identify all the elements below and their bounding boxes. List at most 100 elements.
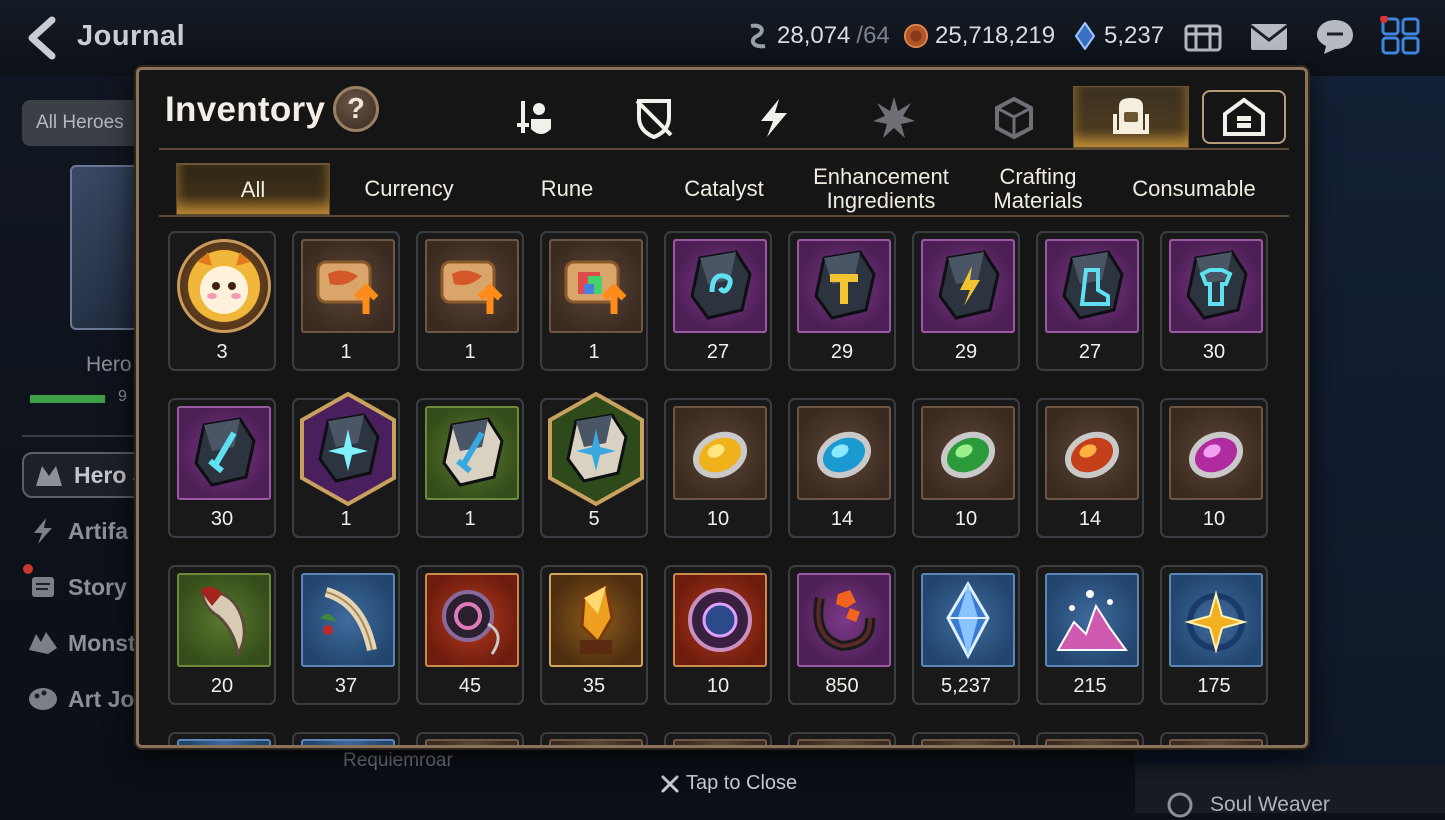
all-heroes-filter[interactable]: All Heroes: [22, 100, 142, 146]
feather-branch-icon: [301, 573, 395, 667]
rune-stone-boot-icon: [1045, 239, 1139, 333]
inventory-item[interactable]: 35: [540, 565, 648, 705]
subtab-catalyst[interactable]: Catalyst: [647, 163, 801, 215]
subtab-currency[interactable]: Currency: [332, 163, 486, 215]
item-count: 10: [706, 675, 730, 697]
item-art-partial: [797, 739, 891, 745]
tab-shield[interactable]: [599, 88, 709, 148]
inventory-item-partial[interactable]: [912, 732, 1020, 745]
lightning-icon: [34, 518, 52, 544]
item-art-partial: [1045, 739, 1139, 745]
tap-to-close-label: Tap to Close: [686, 772, 798, 794]
subtab-enhancement-ingredients[interactable]: Enhancement Ingredients: [803, 163, 959, 215]
catalyst-pink-icon: [1169, 406, 1263, 500]
subtab-crafting-materials[interactable]: Crafting Materials: [961, 163, 1115, 215]
inventory-item[interactable]: 10: [912, 398, 1020, 538]
subtab-consumable[interactable]: Consumable: [1117, 163, 1271, 215]
soul-weaver-row[interactable]: Soul Weaver: [1135, 765, 1445, 818]
menu-item-artifact[interactable]: Artifa: [26, 508, 128, 554]
inventory-item[interactable]: 14: [1036, 398, 1144, 538]
inventory-item[interactable]: 27: [1036, 231, 1144, 371]
back-arrow-icon[interactable]: [22, 14, 62, 62]
inventory-item[interactable]: 1: [292, 391, 400, 538]
inventory-item[interactable]: 29: [912, 231, 1020, 371]
inventory-item-partial[interactable]: [788, 732, 896, 745]
lightning-icon: [761, 99, 787, 137]
item-count: 5,237: [940, 675, 992, 697]
hero-progress-text: 9: [118, 388, 127, 405]
help-button[interactable]: ?: [333, 86, 379, 132]
inventory-chest-icon[interactable]: [1182, 16, 1224, 56]
item-count: 37: [334, 675, 358, 697]
inventory-item[interactable]: 10: [1160, 398, 1268, 538]
subtab-rune[interactable]: Rune: [490, 163, 644, 215]
inventory-item-partial[interactable]: [1160, 732, 1268, 745]
inventory-item[interactable]: 3: [168, 231, 276, 371]
item-art-partial: [425, 739, 519, 745]
item-art-partial: [921, 739, 1015, 745]
tab-equipment[interactable]: [479, 88, 589, 148]
inventory-item[interactable]: 20: [168, 565, 276, 705]
item-art-partial: [549, 739, 643, 745]
inventory-item[interactable]: 5,237: [912, 565, 1020, 705]
star-compass-icon: [1169, 573, 1263, 667]
chat-icon[interactable]: [1314, 16, 1356, 56]
inventory-item[interactable]: 37: [292, 565, 400, 705]
inventory-item[interactable]: 10: [664, 565, 772, 705]
inventory-item[interactable]: 1: [416, 398, 524, 538]
scroll-upgrade-icon: [301, 239, 395, 333]
menu-item-art-journal[interactable]: Art Jo: [26, 676, 134, 722]
inventory-item[interactable]: 29: [788, 231, 896, 371]
subtab-all[interactable]: All: [176, 163, 330, 215]
inventory-item[interactable]: 27: [664, 231, 772, 371]
rune-disk-icon: [673, 573, 767, 667]
inventory-item-partial[interactable]: [1036, 732, 1144, 745]
item-count: 3: [216, 341, 228, 363]
catalyst-red-icon: [1045, 406, 1139, 500]
pink-crystal-icon: [1045, 573, 1139, 667]
menu-grid-icon[interactable]: [1380, 16, 1422, 56]
tab-lightning[interactable]: [719, 88, 829, 148]
top-bar: Journal 28,074/64 25,718,219 5,237: [0, 0, 1445, 76]
inventory-item[interactable]: 850: [788, 565, 896, 705]
hero-journal-icon: [36, 466, 62, 486]
modal-title: Inventory: [165, 90, 326, 129]
burst-icon: [873, 97, 915, 138]
inventory-item[interactable]: 30: [168, 398, 276, 538]
tab-inventory[interactable]: [1073, 86, 1189, 148]
stamina-icon: [750, 23, 766, 49]
inventory-item[interactable]: 5: [540, 391, 648, 538]
storage-house-icon: [1223, 97, 1265, 136]
inventory-item[interactable]: 10: [664, 398, 772, 538]
inventory-item-partial[interactable]: [416, 732, 524, 745]
soul-weaver-icon: [1167, 792, 1193, 818]
inventory-item-partial[interactable]: [540, 732, 648, 745]
menu-item-monster[interactable]: Monst: [26, 620, 136, 666]
tab-cube[interactable]: [959, 88, 1069, 148]
tap-to-close[interactable]: Tap to Close: [660, 772, 797, 795]
heroes-label: Hero: [86, 353, 132, 376]
catalyst-green-icon: [921, 406, 1015, 500]
inventory-item-partial[interactable]: [292, 732, 400, 745]
rune-stone-sword-pale-icon: [425, 406, 519, 500]
tab-burst[interactable]: [839, 88, 949, 148]
catalyst-ice-icon: [797, 406, 891, 500]
menu-item-story[interactable]: Story: [26, 564, 127, 610]
inventory-item[interactable]: 1: [416, 231, 524, 371]
inventory-item[interactable]: 1: [292, 231, 400, 371]
inventory-item[interactable]: 1: [540, 231, 648, 371]
item-count: 215: [1073, 675, 1107, 697]
tab-storage[interactable]: [1202, 90, 1286, 144]
inventory-item-partial[interactable]: [168, 732, 276, 745]
rune-stone-armor-icon: [1169, 239, 1263, 333]
inventory-item[interactable]: 14: [788, 398, 896, 538]
mail-icon[interactable]: [1248, 16, 1290, 56]
inventory-item[interactable]: 45: [416, 565, 524, 705]
inventory-item[interactable]: 175: [1160, 565, 1268, 705]
item-count: 10: [954, 508, 978, 530]
inventory-item[interactable]: 215: [1036, 565, 1144, 705]
item-count: 29: [830, 341, 854, 363]
close-icon: [661, 775, 679, 792]
inventory-item[interactable]: 30: [1160, 231, 1268, 371]
inventory-item-partial[interactable]: [664, 732, 772, 745]
